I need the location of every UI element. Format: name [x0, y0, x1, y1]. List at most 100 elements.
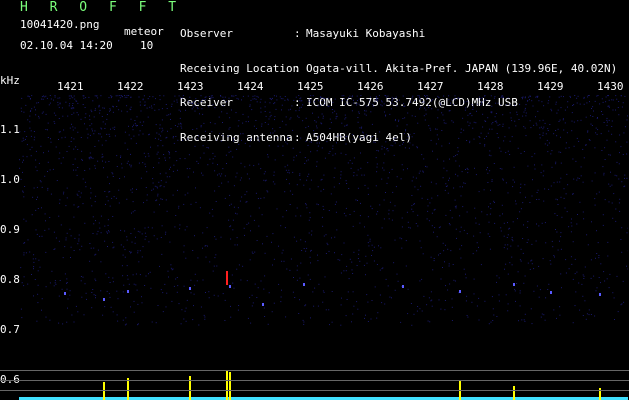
noise-dot — [517, 245, 519, 247]
noise-dot — [414, 203, 415, 205]
noise-dot — [109, 191, 111, 192]
meteor-label: meteor — [124, 25, 164, 38]
noise-dot — [221, 173, 223, 175]
noise-dot — [377, 98, 379, 100]
noise-dot — [33, 106, 35, 108]
noise-dot — [112, 311, 114, 313]
noise-dot — [281, 109, 282, 111]
noise-dot — [480, 104, 482, 106]
noise-dot — [124, 324, 126, 326]
noise-dot — [588, 95, 590, 96]
noise-dot — [101, 128, 103, 130]
noise-dot — [135, 142, 137, 144]
noise-dot — [524, 313, 526, 315]
noise-dot — [512, 221, 514, 223]
noise-dot — [516, 111, 518, 113]
noise-dot — [552, 246, 554, 248]
noise-dot — [128, 283, 130, 285]
noise-dot — [33, 254, 35, 256]
noise-dot — [328, 250, 330, 252]
noise-dot — [391, 168, 393, 170]
noise-dot — [511, 120, 513, 122]
noise-dot — [461, 171, 463, 173]
noise-dot — [403, 133, 405, 135]
noise-dot — [390, 108, 392, 110]
noise-dot — [484, 144, 486, 146]
noise-dot — [402, 143, 403, 145]
noise-dot — [332, 145, 334, 147]
noise-dot — [312, 95, 314, 97]
noise-dot — [412, 144, 414, 146]
noise-dot — [316, 150, 318, 152]
noise-dot — [214, 190, 216, 192]
noise-dot — [27, 283, 29, 285]
noise-dot — [456, 154, 458, 156]
noise-dot — [156, 186, 158, 188]
noise-dot — [525, 135, 527, 137]
noise-dot — [84, 181, 86, 183]
noise-dot — [402, 118, 404, 119]
noise-dot — [353, 305, 355, 307]
x-tick-label: 1421 — [57, 80, 84, 93]
noise-dot — [306, 160, 308, 162]
noise-dot — [77, 243, 79, 245]
noise-dot — [376, 97, 378, 99]
noise-dot — [494, 222, 496, 224]
noise-dot — [394, 120, 396, 122]
noise-dot — [74, 158, 76, 160]
noise-dot — [296, 265, 298, 267]
noise-dot — [260, 111, 262, 113]
noise-dot — [340, 272, 342, 274]
noise-dot — [221, 111, 223, 113]
meteor-echo — [262, 303, 264, 306]
noise-dot — [359, 136, 361, 138]
noise-dot — [90, 156, 92, 158]
noise-dot — [407, 288, 409, 290]
noise-dot — [329, 324, 330, 326]
noise-dot — [137, 250, 139, 252]
noise-dot — [438, 254, 439, 256]
noise-dot — [73, 138, 75, 140]
noise-dot — [352, 134, 354, 136]
noise-dot — [437, 95, 439, 97]
noise-dot — [285, 141, 287, 143]
noise-dot — [427, 320, 429, 322]
noise-dot — [83, 97, 85, 99]
noise-dot — [305, 140, 307, 142]
noise-dot — [216, 265, 218, 267]
noise-dot — [302, 120, 304, 122]
noise-dot — [390, 144, 392, 146]
noise-dot — [451, 99, 453, 101]
noise-dot — [466, 140, 468, 141]
noise-dot — [231, 274, 233, 276]
noise-dot — [488, 206, 489, 208]
noise-dot — [392, 98, 393, 100]
noise-dot — [120, 229, 122, 231]
noise-dot — [318, 100, 320, 102]
noise-dot — [433, 260, 435, 262]
noise-dot — [316, 165, 318, 167]
noise-dot — [94, 254, 96, 256]
noise-dot — [389, 113, 391, 115]
noise-dot — [81, 159, 83, 161]
noise-dot — [502, 123, 504, 125]
noise-dot — [551, 110, 553, 112]
noise-dot — [47, 122, 49, 124]
noise-dot — [595, 127, 597, 129]
noise-dot — [341, 95, 343, 97]
noise-dot — [567, 106, 568, 108]
noise-dot — [445, 244, 446, 246]
noise-dot — [576, 97, 578, 99]
noise-dot — [415, 177, 417, 179]
noise-dot — [104, 240, 106, 242]
noise-dot — [100, 232, 102, 234]
noise-dot — [168, 153, 170, 155]
noise-dot — [181, 127, 183, 129]
noise-dot — [553, 182, 555, 184]
noise-dot — [208, 106, 210, 108]
noise-dot — [367, 234, 369, 236]
noise-dot — [305, 203, 307, 205]
noise-dot — [111, 172, 113, 174]
noise-dot — [55, 283, 57, 285]
noise-dot — [328, 152, 330, 154]
